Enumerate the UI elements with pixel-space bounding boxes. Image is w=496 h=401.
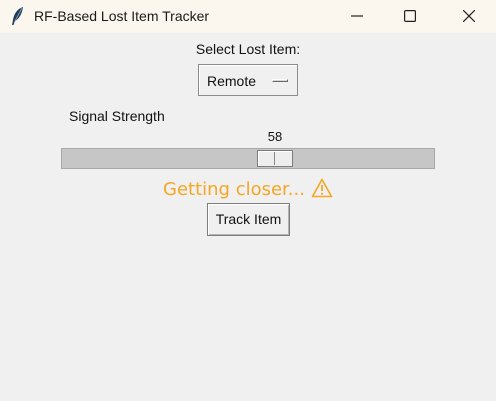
signal-strength-scale[interactable] <box>61 148 435 169</box>
signal-strength-value: 58 <box>267 129 283 144</box>
scale-slider-handle[interactable] <box>257 150 293 167</box>
feather-icon <box>10 6 26 26</box>
status-message: Getting closer... <box>0 178 496 203</box>
select-item-label: Select Lost Item: <box>195 41 301 57</box>
item-optionmenu[interactable]: Remote <box>198 64 298 96</box>
status-text: Getting closer... <box>163 179 305 200</box>
track-item-button[interactable]: Track Item <box>207 203 290 236</box>
optionmenu-selected-value: Remote <box>207 73 257 89</box>
window-title: RF-Based Lost Item Tracker <box>34 8 210 24</box>
minimize-icon <box>351 15 363 17</box>
minimize-button[interactable] <box>334 0 380 33</box>
optionmenu-indicator-icon <box>272 79 288 82</box>
signal-strength-label: Signal Strength <box>69 108 165 124</box>
title-bar: RF-Based Lost Item Tracker <box>0 0 496 33</box>
maximize-button[interactable] <box>387 0 433 33</box>
close-icon <box>463 10 475 22</box>
warning-icon <box>311 178 333 203</box>
close-button[interactable] <box>446 0 492 33</box>
maximize-icon <box>404 10 416 22</box>
